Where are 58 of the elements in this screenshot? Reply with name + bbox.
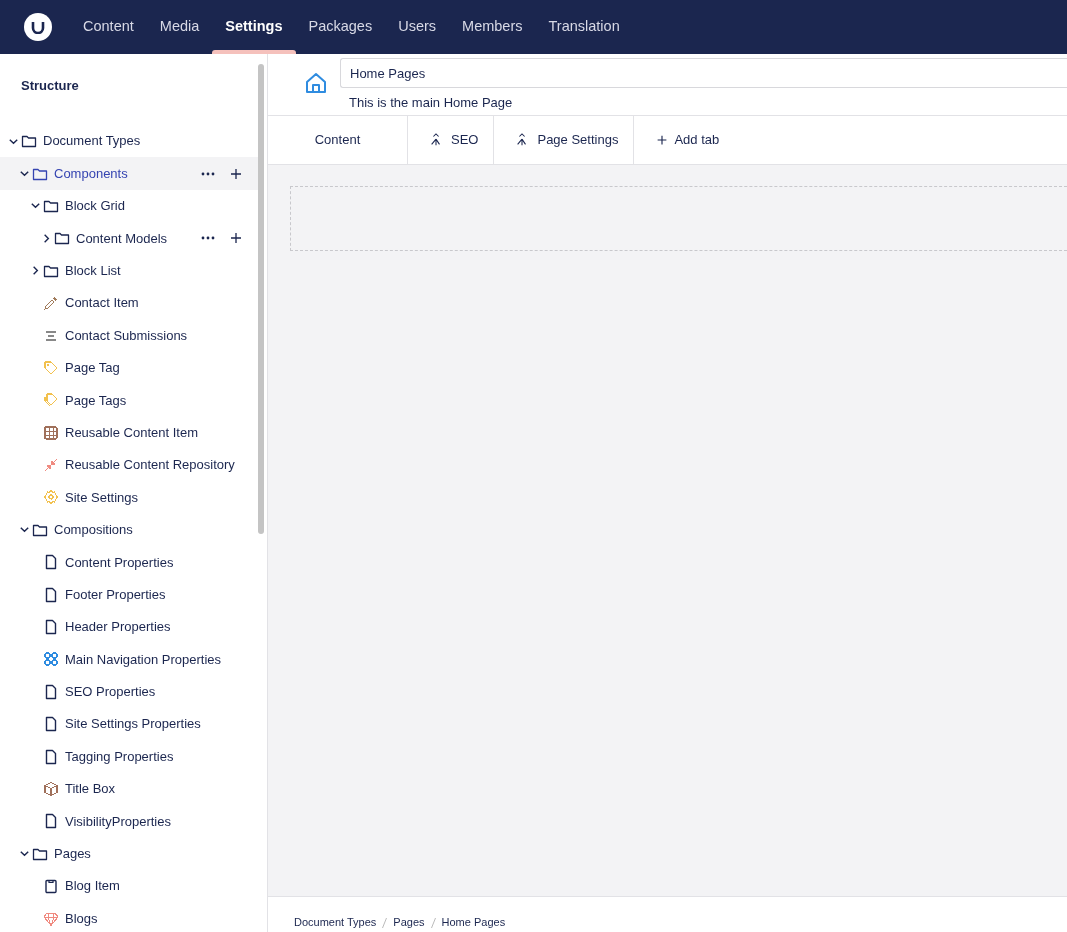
nav-link[interactable]: Content	[70, 0, 147, 54]
tree-item[interactable]: SEO Properties	[0, 675, 258, 709]
document-icon	[43, 619, 59, 636]
logo-icon[interactable]	[24, 13, 52, 41]
nav-link[interactable]: Members	[449, 0, 536, 54]
name-field[interactable]: Home Pages	[340, 58, 1067, 88]
add-tab-button[interactable]: Add tab	[634, 116, 735, 164]
document-icon	[43, 683, 59, 700]
nav-link[interactable]: Users	[385, 0, 450, 54]
breadcrumb-link[interactable]: Document Types	[294, 914, 377, 931]
breadcrumb-separator-icon	[430, 917, 436, 928]
tree-item[interactable]: Site Settings	[0, 481, 258, 514]
nav-link[interactable]: Settings	[212, 0, 296, 54]
tree-item[interactable]: Content Models	[0, 222, 258, 255]
sidebar-title: Structure	[20, 77, 80, 95]
tree-item[interactable]: Header Properties	[0, 610, 258, 644]
scrollbar[interactable]	[258, 64, 264, 534]
tree-item[interactable]: Title Box	[0, 772, 258, 806]
tree-item[interactable]: Page Tag	[0, 351, 258, 385]
tab[interactable]: Page Settings	[494, 116, 635, 164]
breadcrumb-separator-icon	[382, 917, 388, 928]
tree-item[interactable]: Blogs	[0, 902, 258, 932]
tree-item[interactable]: Blog Item	[0, 870, 258, 903]
tree-item[interactable]: Site Settings Properties	[0, 708, 258, 741]
tree-item[interactable]: Content Properties	[0, 546, 258, 579]
folder-icon	[54, 230, 70, 247]
tab[interactable]: Content	[268, 116, 408, 164]
tree-item[interactable]: Reusable Content Item	[0, 416, 258, 449]
nav-link[interactable]: Media	[146, 0, 213, 54]
document-icon	[43, 813, 59, 830]
breadcrumb-link[interactable]: Pages	[393, 914, 425, 931]
tree-item[interactable]: Components	[0, 157, 258, 190]
tree-item[interactable]: Contact Submissions	[0, 319, 258, 352]
clipboard-icon	[43, 878, 59, 895]
tree-item[interactable]: Document Types	[0, 125, 258, 158]
tree-item[interactable]: VisibilityProperties	[0, 805, 258, 838]
tree-item[interactable]: Footer Properties	[0, 578, 258, 611]
tab[interactable]: SEO	[408, 116, 495, 164]
document-icon	[43, 586, 59, 603]
description-text: This is the main Home Page	[348, 94, 514, 112]
document-icon	[43, 748, 59, 765]
tree-item[interactable]: Tagging Properties	[0, 740, 258, 773]
tree-item[interactable]: Contact Item	[0, 286, 258, 320]
nav-link[interactable]: Packages	[295, 0, 386, 54]
tree-item[interactable]: Page Tags	[0, 384, 258, 417]
folder-icon	[21, 133, 37, 150]
home-icon	[304, 71, 328, 95]
document-icon	[43, 554, 59, 571]
tree-item[interactable]: Main Navigation Properties	[0, 643, 258, 676]
tree-item[interactable]: Pages	[0, 837, 258, 870]
tree-item[interactable]: Block List	[0, 254, 258, 287]
nav-link[interactable]: Translation	[535, 0, 633, 54]
merge-icon	[429, 133, 443, 147]
tree-item[interactable]: Block Grid	[0, 189, 258, 223]
tree-item[interactable]: Compositions	[0, 513, 258, 547]
document-icon	[43, 716, 59, 733]
tree-item[interactable]: Reusable Content Repository	[0, 448, 258, 482]
breadcrumb-current: Home Pages	[441, 915, 506, 931]
